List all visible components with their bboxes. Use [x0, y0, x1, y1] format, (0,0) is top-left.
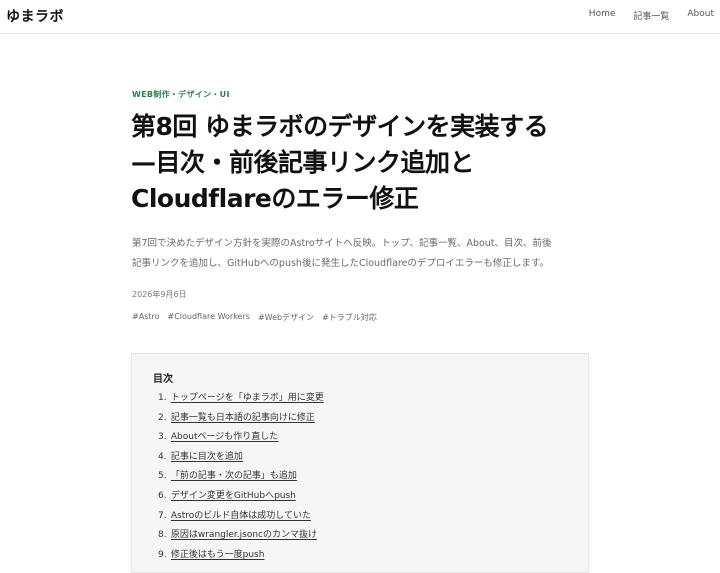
toc-link[interactable]: 記事に目次を追加: [171, 452, 243, 462]
toc-link[interactable]: Astroのビルド自体は成功していた: [171, 511, 311, 521]
toc-item: 4. 記事に目次を追加: [158, 449, 324, 469]
article-title: 第8回 ゆまラボのデザインを実装する —目次・前後記事リンク追加と Cloudf…: [131, 109, 601, 217]
toc-item-number: 5.: [158, 471, 167, 482]
toc-item-number: 6.: [158, 490, 167, 501]
table-of-contents: 目次 1. トップページを「ゆまラボ」用に変更 2. 記事一覧も日本語の記事向け…: [131, 353, 589, 573]
toc-item: 9. 修正後はもう一度push: [158, 547, 324, 567]
article-title-line: Cloudflareのエラー修正: [131, 184, 419, 213]
toc-item-number: 3.: [158, 432, 167, 443]
toc-item: 2. 記事一覧も日本語の記事向けに修正: [158, 410, 324, 430]
toc-link[interactable]: 「前の記事・次の記事」も追加: [171, 471, 297, 481]
toc-link[interactable]: 記事一覧も日本語の記事向けに修正: [171, 413, 315, 423]
toc-item: 8. 原因はwrangler.jsoncのカンマ抜け: [158, 527, 324, 547]
toc-item-number: 9.: [158, 549, 167, 560]
article-category[interactable]: WEB制作・デザイン・UI: [132, 89, 230, 100]
toc-item-number: 8.: [158, 530, 167, 541]
toc-item-number: 7.: [158, 510, 167, 521]
toc-item: 7. Astroのビルド自体は成功していた: [158, 508, 324, 528]
article-lead-line: 第7回で決めたデザイン方針を実際のAstroサイトへ反映。トップ、記事一覧、Ab…: [132, 238, 552, 249]
main-nav: Home 記事一覧 About: [589, 9, 714, 22]
toc-link[interactable]: トップページを「ゆまラボ」用に変更: [171, 393, 324, 403]
toc-item: 6. デザイン変更をGitHubへpush: [158, 488, 324, 508]
toc-link[interactable]: デザイン変更をGitHubへpush: [171, 491, 296, 501]
toc-item: 1. トップページを「ゆまラボ」用に変更: [158, 390, 324, 410]
toc-item: 5. 「前の記事・次の記事」も追加: [158, 468, 324, 488]
toc-link[interactable]: 修正後はもう一度push: [171, 550, 265, 560]
nav-about[interactable]: About: [687, 9, 714, 22]
toc-item-number: 4.: [158, 451, 167, 462]
site-header: ゆまラボ Home 記事一覧 About: [0, 0, 720, 34]
toc-link[interactable]: Aboutページも作り直した: [171, 432, 278, 442]
tag-list: #Astro #Cloudflare Workers #Webデザイン #トラブ…: [132, 312, 377, 323]
tag-link[interactable]: #トラブル対応: [322, 312, 377, 323]
article-title-line: —目次・前後記事リンク追加と: [131, 148, 475, 177]
tag-link[interactable]: #Webデザイン: [258, 312, 314, 323]
tag-link[interactable]: #Astro: [132, 312, 160, 323]
publish-date: 2026年9月6日: [132, 290, 187, 299]
nav-home[interactable]: Home: [589, 9, 616, 22]
article-lead: 第7回で決めたデザイン方針を実際のAstroサイトへ反映。トップ、記事一覧、Ab…: [132, 234, 602, 274]
toc-list: 1. トップページを「ゆまラボ」用に変更 2. 記事一覧も日本語の記事向けに修正…: [158, 390, 324, 566]
toc-title: 目次: [153, 374, 173, 385]
article-title-line: 第8回 ゆまラボのデザインを実装する: [131, 112, 549, 141]
article-lead-line: 記事リンクを追加し、GitHubへのpush後に発生したCloudflareのデ…: [132, 258, 549, 269]
nav-articles[interactable]: 記事一覧: [633, 9, 669, 22]
site-logo[interactable]: ゆまラボ: [6, 6, 64, 26]
toc-item: 3. Aboutページも作り直した: [158, 429, 324, 449]
toc-item-number: 2.: [158, 412, 167, 423]
toc-item-number: 1.: [158, 393, 167, 403]
toc-link[interactable]: 原因はwrangler.jsoncのカンマ抜け: [171, 530, 317, 540]
tag-link[interactable]: #Cloudflare Workers: [168, 312, 250, 323]
